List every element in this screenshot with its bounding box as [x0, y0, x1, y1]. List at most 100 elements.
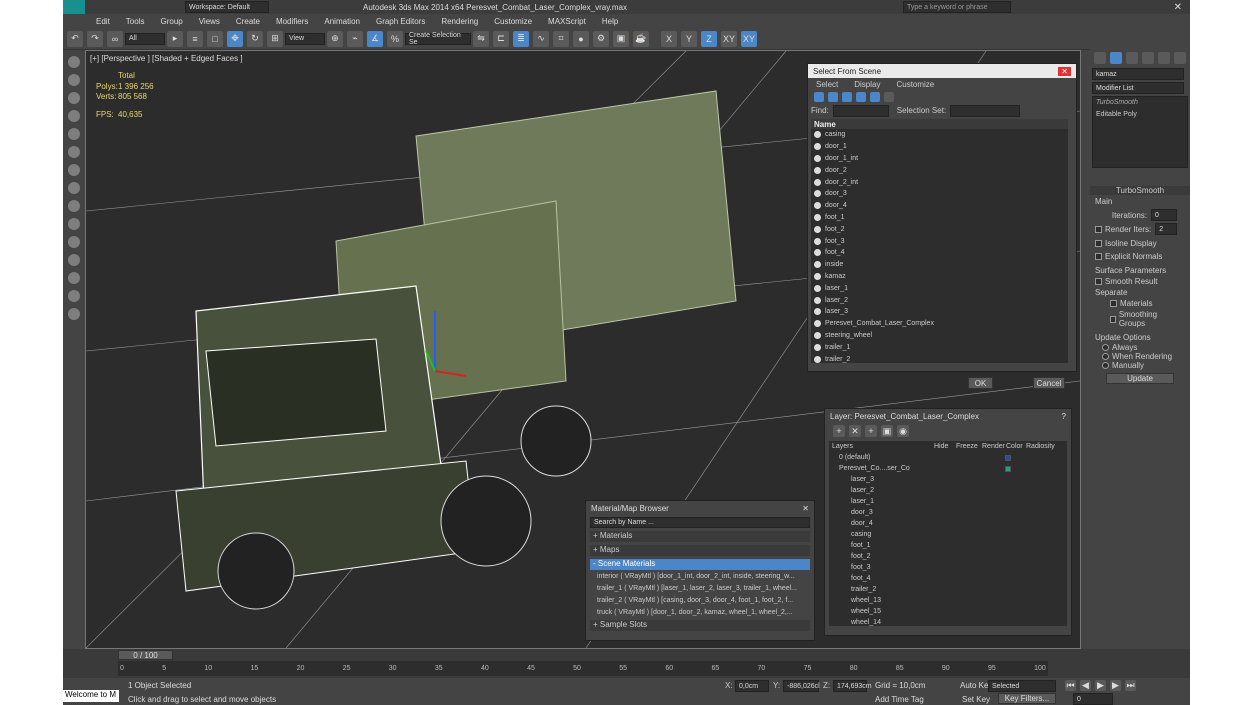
schematic-icon[interactable]: ⌗ — [553, 30, 569, 47]
axis-z-button[interactable]: Z — [701, 30, 717, 47]
list-item[interactable]: laser_2 — [811, 294, 1068, 306]
bend-icon[interactable] — [67, 254, 80, 266]
menu-help[interactable]: Help — [594, 17, 626, 26]
rotate-icon[interactable]: ↻ — [247, 30, 263, 47]
filter-cameras-icon[interactable] — [856, 92, 866, 102]
layer-row[interactable]: door_4 — [829, 518, 1067, 529]
current-frame-field[interactable]: 0 — [1073, 693, 1113, 705]
hierarchy-icon[interactable] — [67, 92, 80, 104]
layer-row[interactable]: laser_3 — [829, 474, 1067, 485]
layer-row[interactable]: casing — [829, 529, 1067, 540]
align-icon[interactable]: ⊏ — [493, 30, 509, 47]
modify-icon[interactable] — [67, 74, 80, 86]
smoothing-groups-checkbox[interactable] — [1110, 315, 1116, 323]
reference-coord-select[interactable]: View — [285, 32, 325, 45]
list-item[interactable]: door_3 — [811, 188, 1068, 200]
snap-icon[interactable]: ⌁ — [347, 30, 363, 47]
list-item[interactable]: door_2 — [811, 164, 1068, 176]
scale-icon[interactable]: ⊞ — [267, 30, 283, 47]
list-item[interactable]: door_1_int — [811, 153, 1068, 165]
layer-row[interactable]: door_3 — [829, 507, 1067, 518]
list-item[interactable]: inside — [811, 259, 1068, 271]
globe-icon[interactable] — [67, 272, 80, 284]
help-button[interactable]: ? — [1062, 412, 1066, 421]
filter-helpers-icon[interactable] — [870, 92, 880, 102]
list-item[interactable]: trailer_1 — [811, 341, 1068, 353]
y-coord[interactable]: -886,026cl — [783, 680, 820, 692]
list-item[interactable]: foot_3 — [811, 235, 1068, 247]
layer-row[interactable]: wheel_14 — [829, 617, 1067, 626]
hierarchy-tab-icon[interactable] — [1126, 52, 1138, 64]
list-item[interactable]: foot_1 — [811, 212, 1068, 224]
go-to-end-icon[interactable]: ⏭ — [1125, 680, 1136, 691]
maxscript-listener[interactable]: Welcome to M — [63, 690, 119, 702]
render-icon[interactable]: ☕ — [633, 30, 649, 47]
find-input[interactable] — [832, 104, 889, 117]
go-to-start-icon[interactable]: ⏮ — [1065, 680, 1076, 691]
link-icon[interactable]: ∞ — [107, 30, 123, 47]
layer-row[interactable]: foot_1 — [829, 540, 1067, 551]
layer-row[interactable]: wheel_15 — [829, 606, 1067, 617]
percent-snap-icon[interactable]: % — [387, 30, 403, 47]
render-setup-icon[interactable]: ⚙ — [593, 30, 609, 47]
col-radiosity[interactable]: Radiosity — [1026, 443, 1055, 450]
render-iters-checkbox[interactable] — [1095, 225, 1102, 233]
search-input[interactable]: Type a keyword or phrase — [903, 1, 1011, 13]
material-item[interactable]: interior ( VRayMtl ) [door_1_int, door_2… — [594, 571, 814, 583]
sun-icon[interactable] — [67, 236, 80, 248]
stack-item-turbosmooth[interactable]: TurboSmooth — [1093, 97, 1187, 109]
col-color[interactable]: Color — [1006, 443, 1026, 450]
leaf-icon[interactable] — [67, 290, 80, 302]
filter-shapes-icon[interactable] — [828, 92, 838, 102]
render-iters-spinner[interactable]: 2 — [1155, 223, 1178, 235]
teapot-icon[interactable] — [67, 218, 80, 230]
col-render[interactable]: Render — [982, 443, 1006, 450]
material-search-input[interactable]: Search by Name ... — [590, 517, 810, 528]
layer-manager-icon[interactable]: ≣ — [513, 30, 529, 47]
light-icon[interactable] — [67, 164, 80, 176]
menu-create[interactable]: Create — [228, 17, 268, 26]
iterations-spinner[interactable]: 0 — [1151, 209, 1177, 221]
add-selection-icon[interactable]: + — [865, 425, 877, 437]
layer-row[interactable]: laser_2 — [829, 485, 1067, 496]
menu-rendering[interactable]: Rendering — [433, 17, 486, 26]
key-mode-select[interactable]: Selected — [988, 680, 1056, 692]
material-item[interactable]: truck ( VRayMtl ) [door_1, door_2, kamaz… — [594, 606, 814, 618]
smooth-result-checkbox[interactable] — [1095, 278, 1102, 285]
modifier-list-select[interactable]: Modifier List — [1092, 82, 1184, 94]
undo-icon[interactable]: ↶ — [67, 30, 83, 47]
move-icon[interactable]: ✥ — [227, 30, 243, 47]
list-item[interactable]: foot_4 — [811, 247, 1068, 259]
materials-section[interactable]: + Materials — [590, 531, 810, 542]
select-objects-icon[interactable]: ▣ — [881, 425, 893, 437]
material-item[interactable]: trailer_2 ( VRayMtl ) [casing, door_3, d… — [594, 595, 814, 607]
name-column-header[interactable]: Name — [811, 119, 1068, 129]
region-select-icon[interactable]: □ — [207, 30, 223, 47]
track-bar[interactable]: 0 5 10 15 20 25 30 35 40 45 50 55 60 65 70 75 80 85 90 95 10… — [118, 661, 1048, 676]
display-icon[interactable] — [67, 128, 80, 140]
sample-slots-section[interactable]: + Sample Slots — [590, 620, 810, 632]
col-hide[interactable]: Hide — [934, 443, 956, 450]
list-item[interactable]: kamaz — [811, 271, 1068, 283]
x-coord[interactable]: 0,0cm — [735, 680, 769, 692]
axis-x-button[interactable]: X — [661, 30, 677, 47]
angle-snap-icon[interactable]: ∡ — [367, 30, 383, 47]
help-icon[interactable] — [67, 308, 80, 320]
layer-row[interactable]: foot_2 — [829, 551, 1067, 562]
when-rendering-radio[interactable] — [1102, 353, 1109, 360]
list-item[interactable]: steering_wheel — [811, 330, 1068, 342]
motion-tab-icon[interactable] — [1142, 52, 1154, 64]
modifier-stack[interactable]: TurboSmooth Editable Poly — [1092, 96, 1188, 168]
select-menu-select[interactable]: Select — [808, 80, 846, 89]
key-filters-button[interactable]: Key Filters... — [998, 693, 1056, 704]
always-radio[interactable] — [1102, 344, 1109, 351]
explicit-normals-checkbox[interactable] — [1095, 253, 1102, 260]
list-item[interactable]: laser_3 — [811, 306, 1068, 318]
layer-row[interactable]: trailer_2 — [829, 584, 1067, 595]
list-item[interactable]: door_1 — [811, 141, 1068, 153]
motion-icon[interactable] — [67, 110, 80, 122]
turbosmooth-rollout-header[interactable]: TurboSmooth — [1090, 186, 1190, 195]
camera-icon[interactable] — [67, 182, 80, 194]
menu-views[interactable]: Views — [191, 17, 228, 26]
stack-item-editable-poly[interactable]: Editable Poly — [1093, 109, 1187, 121]
